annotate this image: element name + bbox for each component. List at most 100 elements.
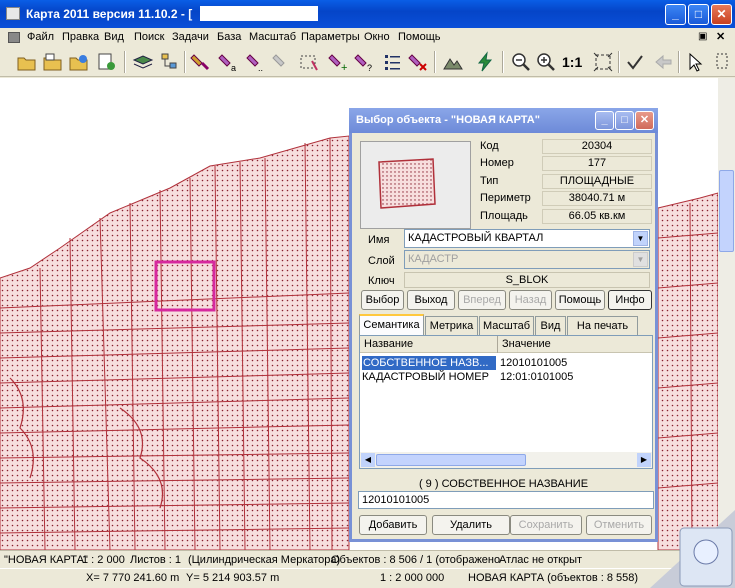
menu-scale[interactable]: Масштаб [249, 31, 296, 43]
back-arrow-icon[interactable] [652, 51, 674, 73]
tab-semantics[interactable]: Семантика [359, 314, 424, 336]
name-label: Имя [368, 234, 390, 246]
help-button[interactable]: Помощь [555, 290, 605, 310]
flashlight-remove-icon[interactable] [408, 51, 430, 73]
key-value: S_BLOK [404, 272, 650, 288]
status-x-coord: X= 7 770 241.60 m [86, 572, 180, 584]
list-horizontal-scrollbar[interactable]: ◀ ▶ [360, 452, 652, 468]
chevron-down-icon: ▼ [633, 252, 648, 267]
flashlight-icon[interactable] [190, 51, 212, 73]
semantic-value-field[interactable]: 12010101005 [358, 491, 654, 509]
status-atlas: Атлас не открыт [499, 554, 583, 566]
minimize-button[interactable]: _ [665, 4, 686, 25]
flashlight-query-icon[interactable]: ? [354, 51, 376, 73]
svg-text:a: a [231, 63, 236, 73]
layer-label: Слой [368, 255, 395, 267]
dialog-maximize-button[interactable]: □ [615, 111, 634, 130]
doc-close-icon[interactable]: ✕ [716, 30, 725, 43]
chevron-down-icon[interactable]: ▼ [633, 231, 648, 246]
terrain-icon[interactable] [442, 51, 464, 73]
select-frame-icon[interactable] [298, 51, 320, 73]
fit-window-icon[interactable] [592, 51, 614, 73]
code-value: 20304 [542, 139, 652, 154]
area-label: Площадь [480, 210, 528, 222]
forward-button: Вперед [458, 290, 506, 310]
dialog-title-bar[interactable]: Выбор объекта - "НОВАЯ КАРТА" _ □ ✕ [349, 108, 658, 133]
list-icon[interactable] [382, 51, 404, 73]
zoom-in-icon[interactable] [535, 51, 557, 73]
svg-text:+: + [341, 62, 347, 73]
pointer-icon[interactable] [684, 51, 706, 73]
flashlight-disabled-icon[interactable] [272, 51, 294, 73]
check-icon[interactable] [624, 51, 646, 73]
status-y-coord: Y= 5 214 903.57 m [186, 572, 280, 584]
scroll-right-icon[interactable]: ▶ [637, 453, 651, 467]
tab-view[interactable]: Вид [535, 316, 566, 335]
close-button[interactable]: ✕ [711, 4, 732, 25]
semantic-name: СОБСТВЕННОЕ НАЗВ... [362, 356, 496, 370]
open-map-icon[interactable] [42, 51, 64, 73]
select-edit-icon[interactable] [714, 51, 735, 73]
map-list-icon[interactable] [96, 51, 118, 73]
menu-edit[interactable]: Правка [62, 31, 99, 43]
list-item[interactable]: КАДАСТРОВЫЙ НОМЕР 12:01:0101005 [360, 370, 654, 384]
menu-view[interactable]: Вид [104, 31, 124, 43]
status-scale: 1 : 2 000 [82, 554, 125, 566]
semantic-name: КАДАСТРОВЫЙ НОМЕР [362, 371, 489, 383]
status-map-scale: 1 : 2 000 000 [380, 572, 445, 584]
flashlight-add-icon[interactable]: + [328, 51, 350, 73]
map-vertical-scrollbar[interactable] [718, 78, 735, 550]
open-data-icon[interactable] [68, 51, 90, 73]
status-sheets: Листов : 1 [130, 554, 182, 566]
menu-file[interactable]: Файл [27, 31, 54, 43]
menu-parameters[interactable]: Параметры [301, 31, 360, 43]
dialog-minimize-button[interactable]: _ [595, 111, 614, 130]
delete-button[interactable]: Удалить [432, 515, 510, 535]
actual-scale-button[interactable]: 1:1 [562, 51, 588, 73]
lightning-icon[interactable] [474, 51, 496, 73]
flashlight-a-icon[interactable]: a [218, 51, 240, 73]
name-combo[interactable]: КАДАСТРОВЫЙ КВАРТАЛ ▼ [404, 229, 650, 248]
menu-search[interactable]: Поиск [134, 31, 164, 43]
resize-corner-logo [650, 510, 735, 588]
key-label: Ключ [368, 275, 395, 287]
menu-help[interactable]: Помощь [398, 31, 441, 43]
menu-tasks[interactable]: Задачи [172, 31, 209, 43]
restore-icon[interactable]: ▣ [698, 31, 707, 42]
cancel-button: Отменить [586, 515, 652, 535]
menu-window[interactable]: Окно [364, 31, 390, 43]
scroll-thumb[interactable] [376, 454, 526, 466]
zoom-out-icon[interactable] [510, 51, 532, 73]
select-button[interactable]: Выбор [361, 290, 404, 310]
scroll-thumb[interactable] [719, 170, 734, 252]
tab-print[interactable]: На печать [567, 316, 638, 335]
semantic-info-label: ( 9 ) СОБСТВЕННОЕ НАЗВАНИЕ [418, 478, 589, 490]
dialog-title: Выбор объекта - "НОВАЯ КАРТА" [356, 114, 540, 126]
column-name-header[interactable]: Название [364, 338, 413, 350]
open-icon[interactable] [16, 51, 38, 73]
column-value-header[interactable]: Значение [502, 338, 551, 350]
window-title: Карта 2011 версия 11.10.2 - [ [26, 7, 193, 21]
tab-metrics[interactable]: Метрика [425, 316, 478, 335]
list-header: Название Значение [360, 336, 652, 353]
info-button[interactable]: Инфо [608, 290, 652, 310]
flashlight-dots-icon[interactable]: .. [246, 51, 268, 73]
tree-icon[interactable] [158, 51, 180, 73]
menu-database[interactable]: База [217, 31, 241, 43]
exit-button[interactable]: Выход [407, 290, 455, 310]
scroll-left-icon[interactable]: ◀ [361, 453, 375, 467]
svg-text:?: ? [367, 63, 372, 73]
name-combo-value: КАДАСТРОВЫЙ КВАРТАЛ [408, 232, 544, 244]
add-button[interactable]: Добавить [359, 515, 427, 535]
maximize-button[interactable]: □ [688, 4, 709, 25]
status-map-name: "НОВАЯ КАРТА" [4, 554, 88, 566]
status-map-objects: НОВАЯ КАРТА (объектов : 8 558) [468, 572, 639, 584]
tab-scale[interactable]: Масштаб [479, 316, 534, 335]
document-icon[interactable] [8, 32, 20, 43]
area-value: 66.05 кв.км [542, 209, 652, 224]
list-item[interactable]: СОБСТВЕННОЕ НАЗВ... 12010101005 [360, 356, 654, 370]
toolbar: a .. + ? 1:1 [0, 47, 735, 77]
layers-icon[interactable] [132, 51, 154, 73]
dialog-close-button[interactable]: ✕ [635, 111, 654, 130]
layer-combo: КАДАСТР ▼ [404, 250, 650, 269]
